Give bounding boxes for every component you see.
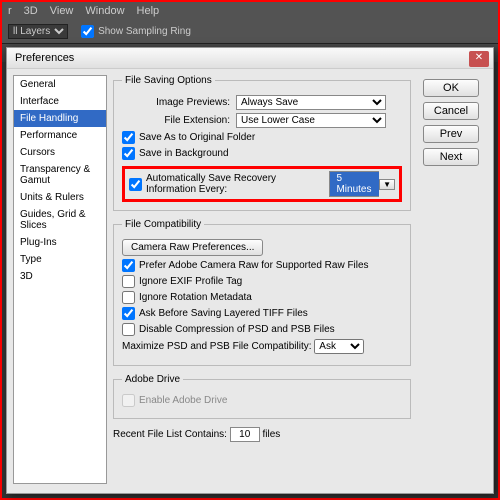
options-bar: ll Layers Show Sampling Ring — [2, 20, 498, 44]
dialog-buttons: OK Cancel Prev Next — [417, 69, 493, 490]
ignore-rotation-checkbox[interactable] — [122, 291, 135, 304]
auto-save-highlight: Automatically Save Recovery Information … — [122, 166, 402, 202]
save-original-folder-checkbox[interactable] — [122, 131, 135, 144]
image-previews-select[interactable]: Always Save — [236, 95, 386, 110]
category-sidebar: General Interface File Handling Performa… — [13, 75, 107, 484]
auto-save-checkbox[interactable] — [129, 178, 142, 191]
sampling-ring-checkbox[interactable] — [81, 25, 94, 38]
prev-button[interactable]: Prev — [423, 125, 479, 143]
sidebar-item-guides[interactable]: Guides, Grid & Slices — [14, 206, 106, 234]
main-panel: File Saving Options Image Previews:Alway… — [107, 69, 417, 490]
sidebar-item-file-handling[interactable]: File Handling — [14, 110, 106, 127]
maximize-compat-select[interactable]: Ask — [314, 339, 364, 354]
sidebar-item-plugins[interactable]: Plug-Ins — [14, 234, 106, 251]
sidebar-item-3d[interactable]: 3D — [14, 268, 106, 285]
sidebar-item-transparency[interactable]: Transparency & Gamut — [14, 161, 106, 189]
cancel-button[interactable]: Cancel — [423, 102, 479, 120]
next-button[interactable]: Next — [423, 148, 479, 166]
recent-files-input[interactable] — [230, 427, 260, 442]
file-compatibility-group: File Compatibility Camera Raw Preference… — [113, 219, 411, 366]
dialog-title: Preferences — [15, 52, 74, 64]
sidebar-item-interface[interactable]: Interface — [14, 93, 106, 110]
preferences-dialog: Preferences ✕ General Interface File Han… — [6, 47, 494, 494]
sidebar-item-units[interactable]: Units & Rulers — [14, 189, 106, 206]
dialog-titlebar[interactable]: Preferences ✕ — [7, 48, 493, 69]
sidebar-item-performance[interactable]: Performance — [14, 127, 106, 144]
close-icon[interactable]: ✕ — [469, 51, 489, 67]
sidebar-item-type[interactable]: Type — [14, 251, 106, 268]
app-menubar[interactable]: r3DViewWindowHelp — [2, 2, 498, 20]
save-background-checkbox[interactable] — [122, 147, 135, 160]
layers-select[interactable]: ll Layers — [8, 24, 68, 39]
ok-button[interactable]: OK — [423, 79, 479, 97]
auto-save-interval-select[interactable]: 5 Minutes — [329, 171, 379, 197]
prefer-camera-raw-checkbox[interactable] — [122, 259, 135, 272]
sidebar-item-general[interactable]: General — [14, 76, 106, 93]
camera-raw-button[interactable]: Camera Raw Preferences... — [122, 239, 263, 256]
file-saving-group: File Saving Options Image Previews:Alway… — [113, 75, 411, 211]
ignore-exif-checkbox[interactable] — [122, 275, 135, 288]
recent-files-row: Recent File List Contains: files — [113, 427, 411, 442]
enable-adobe-drive-checkbox — [122, 394, 135, 407]
sidebar-item-cursors[interactable]: Cursors — [14, 144, 106, 161]
ask-tiff-checkbox[interactable] — [122, 307, 135, 320]
file-extension-select[interactable]: Use Lower Case — [236, 113, 386, 128]
adobe-drive-group: Adobe Drive Enable Adobe Drive — [113, 374, 411, 419]
disable-compression-checkbox[interactable] — [122, 323, 135, 336]
chevron-down-icon[interactable]: ▼ — [379, 179, 395, 190]
